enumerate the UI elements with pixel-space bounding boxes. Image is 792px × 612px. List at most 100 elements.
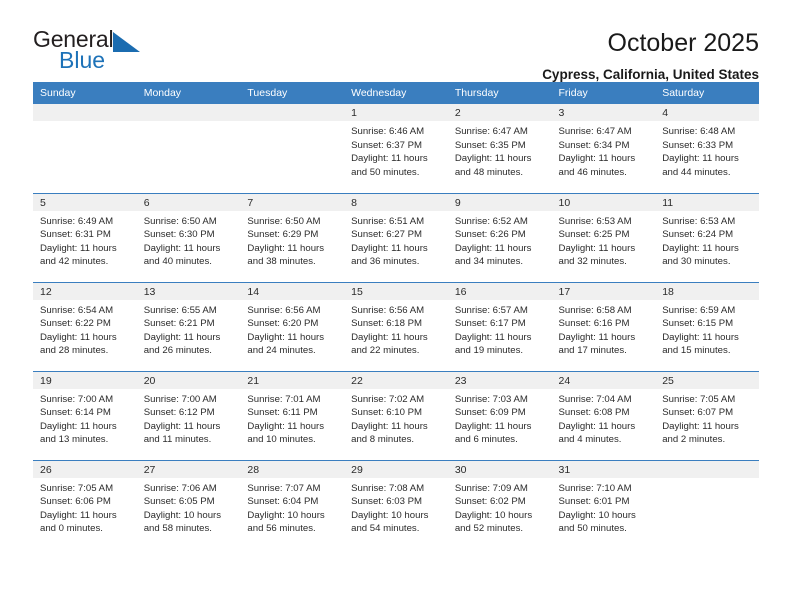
- day-details: Sunrise: 7:00 AM Sunset: 6:14 PM Daylight:…: [33, 389, 137, 447]
- day-details: Sunrise: 6:48 AM Sunset: 6:33 PM Daylight:…: [655, 121, 759, 179]
- calendar-day-cell[interactable]: 24 Sunrise: 7:04 AM Sunset: 6:08 PM Dayligh…: [551, 370, 656, 460]
- daylight-text-line1: Daylight: 10 hours: [351, 509, 429, 521]
- weekday-header-wednesday: Wednesday: [344, 82, 448, 104]
- calendar-day-cell[interactable]: 23 Sunrise: 7:03 AM Sunset: 6:09 PM Dayligh…: [447, 370, 552, 460]
- daylight-text-line2: and 8 minutes.: [351, 434, 415, 446]
- day-number: 25: [655, 371, 759, 389]
- calendar-day-cell[interactable]: 27 Sunrise: 7:06 AM Sunset: 6:05 PM Dayligh…: [136, 459, 241, 549]
- sunrise-text: Sunrise: 6:48 AM: [662, 126, 736, 137]
- day-number: 29: [344, 460, 448, 478]
- daylight-text-line2: and 24 minutes.: [247, 345, 316, 357]
- daylight-text-line2: and 19 minutes.: [454, 345, 524, 357]
- weekday-header-sunday: Sunday: [33, 82, 137, 104]
- calendar-day-cell[interactable]: 25 Sunrise: 7:05 AM Sunset: 6:07 PM Dayligh…: [655, 370, 759, 460]
- day-details: Sunrise: 6:52 AM Sunset: 6:26 PM Daylight:…: [448, 211, 552, 269]
- day-number: 23: [447, 371, 552, 389]
- sunset-text: Sunset: 6:07 PM: [662, 407, 734, 419]
- day-details: Sunrise: 7:07 AM Sunset: 6:04 PM Daylight:…: [240, 478, 344, 536]
- daylight-text-line2: and 44 minutes.: [662, 166, 731, 178]
- daylight-text-line1: Daylight: 11 hours: [454, 420, 532, 432]
- calendar-day-cell[interactable]: 21 Sunrise: 7:01 AM Sunset: 6:11 PM Dayligh…: [240, 370, 345, 460]
- calendar-day-cell[interactable]: 14 Sunrise: 6:56 AM Sunset: 6:20 PM Dayligh…: [240, 281, 345, 371]
- day-details: Sunrise: 6:50 AM Sunset: 6:29 PM Daylight:…: [240, 211, 344, 269]
- calendar-day-cell[interactable]: 11 Sunrise: 6:53 AM Sunset: 6:24 PM Dayligh…: [655, 192, 759, 282]
- weekday-header-row: Sunday Monday Tuesday Wednesday Thursday…: [33, 82, 759, 104]
- daylight-text-line2: and 10 minutes.: [247, 434, 316, 446]
- sunrise-text: Sunrise: 6:53 AM: [558, 215, 632, 227]
- calendar-day-cell[interactable]: 6 Sunrise: 6:50 AM Sunset: 6:30 PM Daylight…: [136, 192, 241, 282]
- calendar-day-cell[interactable]: 7 Sunrise: 6:50 AM Sunset: 6:29 PM Daylight…: [240, 192, 345, 282]
- calendar-day-cell-empty: [655, 459, 759, 549]
- calendar-day-cell[interactable]: 3 Sunrise: 6:47 AM Sunset: 6:34 PM Daylight…: [551, 104, 656, 193]
- day-number: 18: [655, 282, 759, 300]
- calendar-day-cell[interactable]: 10 Sunrise: 6:53 AM Sunset: 6:25 PM Dayligh…: [551, 192, 656, 282]
- calendar-day-cell[interactable]: 22 Sunrise: 7:02 AM Sunset: 6:10 PM Dayligh…: [344, 370, 448, 460]
- calendar-day-cell[interactable]: 5 Sunrise: 6:49 AM Sunset: 6:31 PM Daylight…: [33, 192, 137, 282]
- day-details: Sunrise: 7:04 AM Sunset: 6:08 PM Daylight:…: [552, 389, 656, 447]
- calendar-day-cell[interactable]: 13 Sunrise: 6:55 AM Sunset: 6:21 PM Dayligh…: [136, 281, 241, 371]
- calendar-day-cell[interactable]: 29 Sunrise: 7:08 AM Sunset: 6:03 PM Dayligh…: [344, 459, 448, 549]
- calendar-day-cell[interactable]: 19 Sunrise: 7:00 AM Sunset: 6:14 PM Dayligh…: [33, 370, 137, 460]
- day-number: 9: [447, 193, 552, 211]
- sunrise-text: Sunrise: 7:00 AM: [143, 393, 217, 405]
- daylight-text-line2: and 17 minutes.: [558, 345, 627, 357]
- sunset-text: Sunset: 6:37 PM: [351, 139, 423, 151]
- calendar-day-cell[interactable]: 16 Sunrise: 6:57 AM Sunset: 6:17 PM Dayligh…: [447, 281, 552, 371]
- daylight-text-line2: and 40 minutes.: [143, 256, 212, 268]
- day-number: [240, 104, 345, 121]
- day-details: Sunrise: 7:10 AM Sunset: 6:01 PM Daylight:…: [552, 478, 656, 536]
- calendar-day-cell[interactable]: 9 Sunrise: 6:52 AM Sunset: 6:26 PM Daylight…: [447, 192, 552, 282]
- calendar-day-cell[interactable]: 30 Sunrise: 7:09 AM Sunset: 6:02 PM Dayligh…: [447, 459, 552, 549]
- day-details: Sunrise: 7:00 AM Sunset: 6:12 PM Daylight:…: [137, 389, 241, 447]
- calendar-day-cell[interactable]: 15 Sunrise: 6:56 AM Sunset: 6:18 PM Dayligh…: [344, 281, 448, 371]
- calendar-week-row: 26 Sunrise: 7:05 AM Sunset: 6:06 PM Dayligh…: [33, 459, 759, 549]
- sunrise-text: Sunrise: 7:09 AM: [454, 482, 528, 494]
- calendar-day-cell[interactable]: 8 Sunrise: 6:51 AM Sunset: 6:27 PM Daylight…: [344, 192, 448, 282]
- day-details: Sunrise: 7:05 AM Sunset: 6:06 PM Daylight:…: [33, 478, 137, 536]
- calendar-week-row: 1 Sunrise: 6:46 AM Sunset: 6:37 PM Daylight…: [33, 104, 759, 193]
- calendar-page: General Blue October 2025 Cypress, Calif…: [0, 0, 792, 612]
- daylight-text-line1: Daylight: 11 hours: [40, 420, 117, 432]
- daylight-text-line1: Daylight: 11 hours: [662, 242, 739, 254]
- day-number: 17: [551, 282, 656, 300]
- day-details: Sunrise: 6:55 AM Sunset: 6:21 PM Daylight:…: [137, 300, 241, 358]
- daylight-text-line2: and 4 minutes.: [558, 434, 622, 446]
- day-number: 22: [344, 371, 448, 389]
- daylight-text-line1: Daylight: 11 hours: [454, 153, 532, 165]
- sunset-text: Sunset: 6:17 PM: [454, 318, 526, 330]
- sunset-text: Sunset: 6:26 PM: [454, 229, 526, 241]
- sunset-text: Sunset: 6:04 PM: [247, 496, 319, 508]
- sunset-text: Sunset: 6:01 PM: [558, 496, 630, 508]
- calendar-day-cell[interactable]: 31 Sunrise: 7:10 AM Sunset: 6:01 PM Dayligh…: [551, 459, 656, 549]
- calendar-day-cell[interactable]: 1 Sunrise: 6:46 AM Sunset: 6:37 PM Daylight…: [344, 104, 448, 193]
- general-blue-logo[interactable]: General Blue: [33, 28, 143, 80]
- daylight-text-line2: and 58 minutes.: [143, 523, 212, 535]
- calendar-day-cell-empty: [33, 104, 137, 193]
- day-number: 20: [136, 371, 241, 389]
- calendar-day-cell[interactable]: 28 Sunrise: 7:07 AM Sunset: 6:04 PM Dayligh…: [240, 459, 345, 549]
- day-number: 28: [240, 460, 345, 478]
- calendar-day-cell[interactable]: 4 Sunrise: 6:48 AM Sunset: 6:33 PM Daylight…: [655, 104, 759, 193]
- page-title: October 2025: [607, 29, 760, 57]
- calendar-day-cell[interactable]: 17 Sunrise: 6:58 AM Sunset: 6:16 PM Dayligh…: [551, 281, 656, 371]
- day-number: 24: [551, 371, 656, 389]
- day-details: Sunrise: 6:56 AM Sunset: 6:20 PM Daylight:…: [240, 300, 344, 358]
- calendar-day-cell[interactable]: 26 Sunrise: 7:05 AM Sunset: 6:06 PM Dayligh…: [33, 459, 137, 549]
- calendar-day-cell[interactable]: 20 Sunrise: 7:00 AM Sunset: 6:12 PM Dayligh…: [136, 370, 241, 460]
- weekday-header-friday: Friday: [551, 82, 656, 104]
- day-number: 31: [551, 460, 656, 478]
- sunset-text: Sunset: 6:31 PM: [40, 229, 111, 241]
- daylight-text-line2: and 15 minutes.: [662, 345, 731, 357]
- daylight-text-line2: and 2 minutes.: [662, 434, 726, 446]
- daylight-text-line2: and 48 minutes.: [454, 166, 524, 178]
- page-header: General Blue October 2025 Cypress, Calif…: [0, 0, 792, 82]
- calendar-day-cell[interactable]: 2 Sunrise: 6:47 AM Sunset: 6:35 PM Daylight…: [447, 104, 552, 193]
- calendar-day-cell-empty: [240, 104, 345, 193]
- day-number: 21: [240, 371, 345, 389]
- calendar-day-cell[interactable]: 12 Sunrise: 6:54 AM Sunset: 6:22 PM Dayligh…: [33, 281, 137, 371]
- calendar-day-cell[interactable]: 18 Sunrise: 6:59 AM Sunset: 6:15 PM Dayligh…: [655, 281, 759, 371]
- day-number: 12: [33, 282, 137, 300]
- sunrise-text: Sunrise: 6:57 AM: [454, 304, 528, 316]
- calendar-body: 1 Sunrise: 6:46 AM Sunset: 6:37 PM Daylight…: [33, 104, 759, 549]
- daylight-text-line2: and 11 minutes.: [143, 434, 212, 446]
